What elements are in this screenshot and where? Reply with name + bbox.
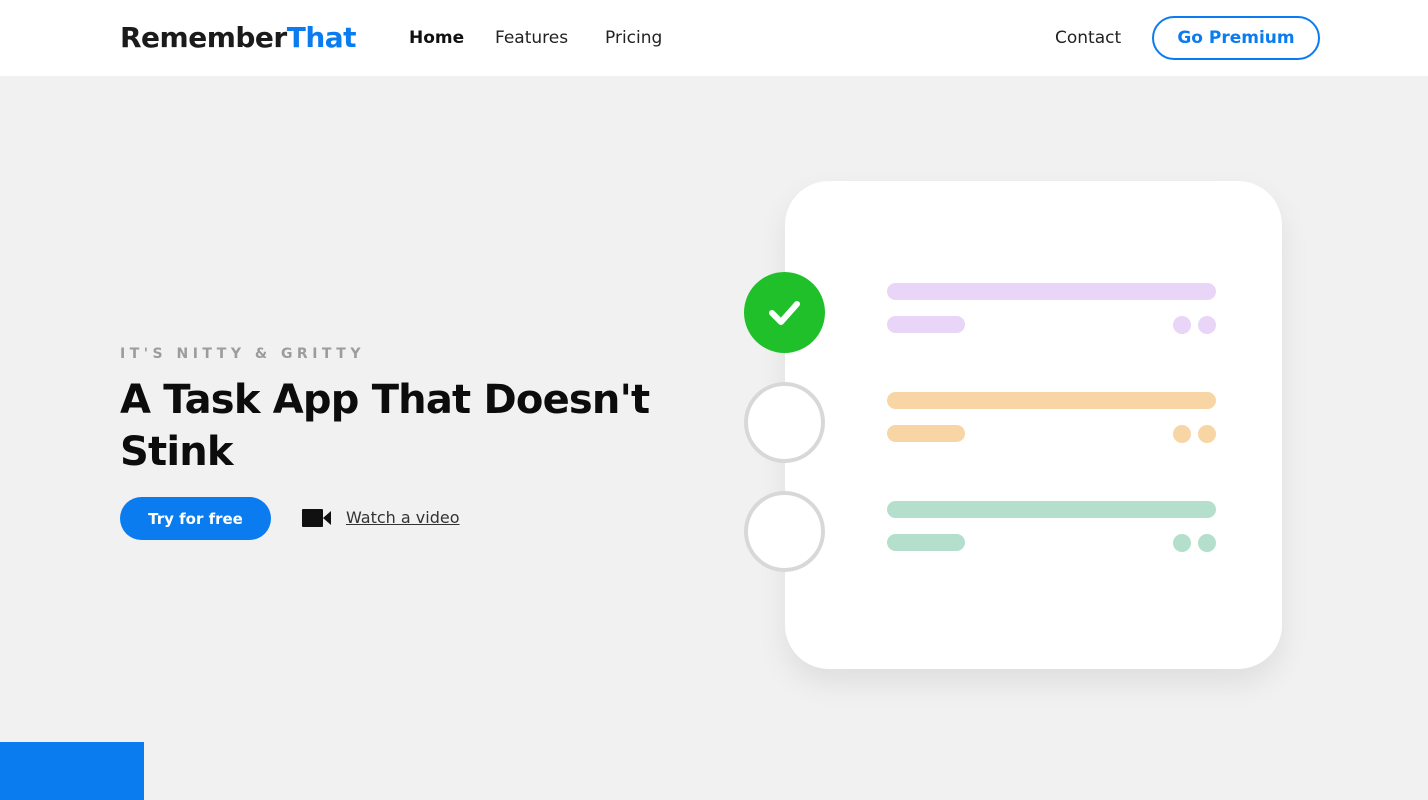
brand-name-part1: Remember [120, 21, 287, 54]
task-title-bar [887, 392, 1216, 409]
task-dot [1173, 425, 1191, 443]
task-incomplete-circle [744, 491, 825, 572]
task-dot [1173, 534, 1191, 552]
task-title-bar [887, 283, 1216, 300]
hero-headline: A Task App That Doesn't Stink [120, 377, 650, 475]
nav-features-link[interactable]: Features [495, 26, 568, 50]
task-incomplete-circle [744, 382, 825, 463]
task-complete-circle [744, 272, 825, 353]
task-dot [1173, 316, 1191, 334]
site-header: RememberThat Home Features Pricing Conta… [0, 0, 1428, 76]
decorative-corner-block [0, 742, 144, 800]
task-subtitle-bar [887, 316, 965, 333]
try-for-free-button[interactable]: Try for free [120, 497, 271, 540]
brand-logo[interactable]: RememberThat [120, 20, 357, 56]
task-subtitle-bar [887, 425, 965, 442]
go-premium-button[interactable]: Go Premium [1152, 16, 1320, 60]
nav-contact-link[interactable]: Contact [1055, 26, 1121, 50]
nav-home-link[interactable]: Home [409, 26, 464, 50]
task-dot [1198, 316, 1216, 334]
nav-pricing-link[interactable]: Pricing [605, 26, 662, 50]
task-dot [1198, 534, 1216, 552]
check-icon [769, 301, 800, 325]
task-title-bar [887, 501, 1216, 518]
task-dot [1198, 425, 1216, 443]
video-camera-icon[interactable] [302, 508, 332, 528]
hero-eyebrow: IT'S NITTY & GRITTY [120, 346, 365, 362]
task-subtitle-bar [887, 534, 965, 551]
brand-name-part2: That [286, 21, 357, 54]
watch-video-link[interactable]: Watch a video [346, 508, 460, 528]
